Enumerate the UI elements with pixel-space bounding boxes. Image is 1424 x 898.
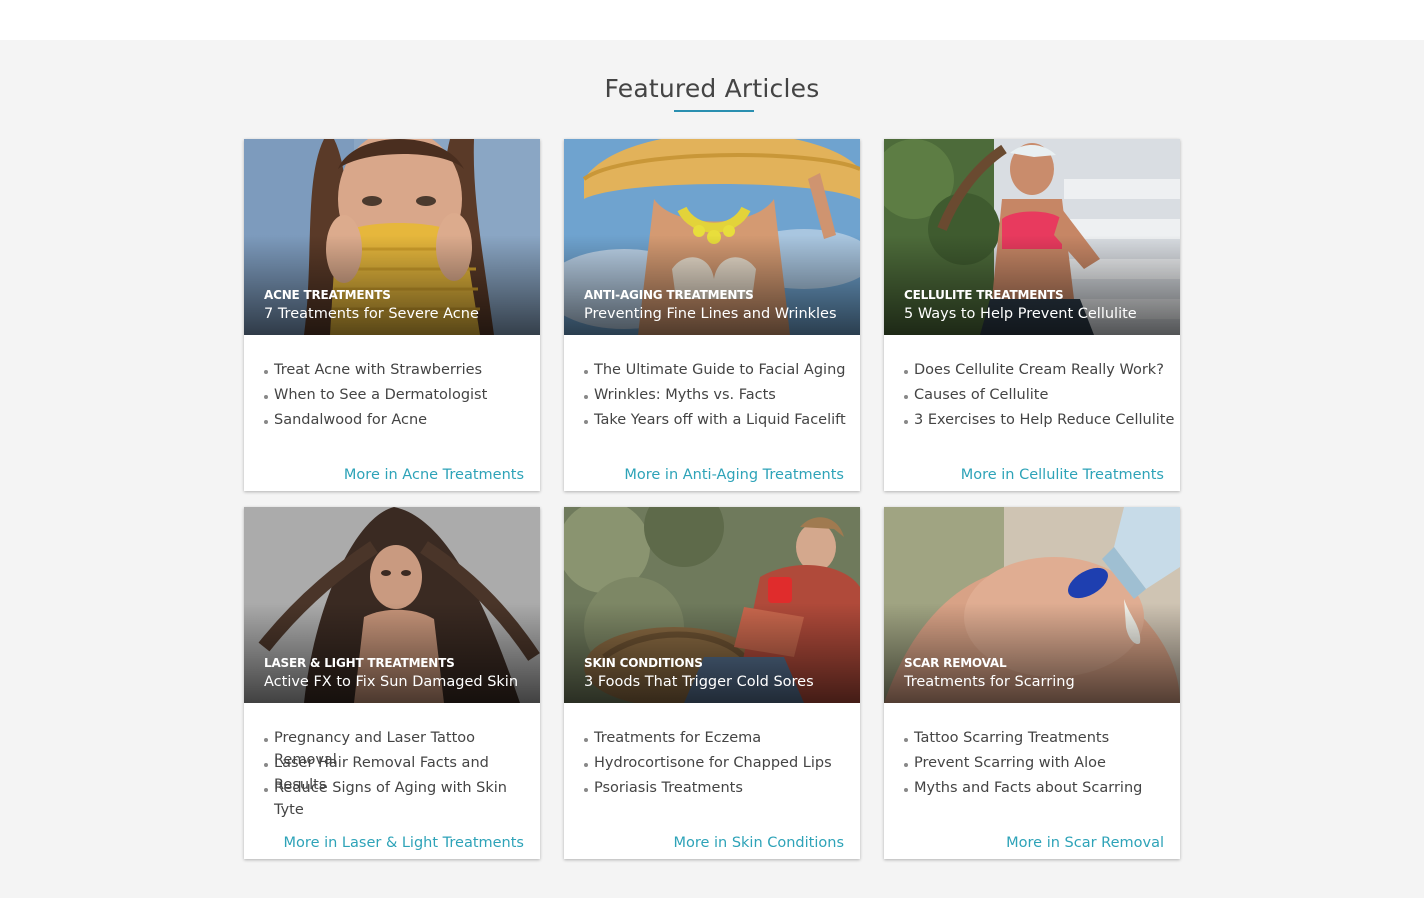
article-link[interactable]: Prevent Scarring with Aloe <box>904 752 1180 777</box>
article-link[interactable]: Hydrocortisone for Chapped Lips <box>584 752 860 777</box>
article-links: The Ultimate Guide to Facial Aging Wrink… <box>564 335 860 434</box>
article-card: SCAR REMOVAL Treatments for Scarring Tat… <box>884 507 1180 859</box>
article-link[interactable]: Tattoo Scarring Treatments <box>904 727 1180 752</box>
articles-grid: ACNE TREATMENTS 7 Treatments for Severe … <box>244 139 1180 859</box>
card-category[interactable]: SCAR REMOVAL <box>904 656 1007 670</box>
article-link[interactable]: Myths and Facts about Scarring <box>904 777 1180 802</box>
article-links: Tattoo Scarring Treatments Prevent Scarr… <box>884 703 1180 802</box>
article-link[interactable]: Reduce Signs of Aging with Skin Tyte <box>264 777 540 818</box>
article-links: Does Cellulite Cream Really Work? Causes… <box>884 335 1180 434</box>
article-card: ACNE TREATMENTS 7 Treatments for Severe … <box>244 139 540 491</box>
card-category[interactable]: LASER & LIGHT TREATMENTS <box>264 656 455 670</box>
card-hero[interactable]: CELLULITE TREATMENTS 5 Ways to Help Prev… <box>884 139 1180 335</box>
article-links: Pregnancy and Laser Tattoo Removal Laser… <box>244 703 540 818</box>
more-link[interactable]: More in Scar Removal <box>1006 835 1164 851</box>
card-title[interactable]: 5 Ways to Help Prevent Cellulite <box>904 306 1137 322</box>
card-title[interactable]: 7 Treatments for Severe Acne <box>264 306 479 322</box>
article-link[interactable]: Treatments for Eczema <box>584 727 860 752</box>
featured-articles-section: Featured Articles ACNE TREATMENTS 7 Trea… <box>0 40 1424 898</box>
card-hero[interactable]: SKIN CONDITIONS 3 Foods That Trigger Col… <box>564 507 860 703</box>
section-title: Featured Articles <box>604 74 820 103</box>
article-link[interactable]: Wrinkles: Myths vs. Facts <box>584 384 860 409</box>
more-link[interactable]: More in Skin Conditions <box>673 835 844 851</box>
card-category[interactable]: ANTI-AGING TREATMENTS <box>584 288 754 302</box>
card-hero[interactable]: ACNE TREATMENTS 7 Treatments for Severe … <box>244 139 540 335</box>
top-bar <box>0 0 1424 40</box>
article-link[interactable]: Take Years off with a Liquid Facelift <box>584 409 860 434</box>
article-card: ANTI-AGING TREATMENTS Preventing Fine Li… <box>564 139 860 491</box>
more-link[interactable]: More in Cellulite Treatments <box>961 467 1164 483</box>
card-title[interactable]: Preventing Fine Lines and Wrinkles <box>584 306 837 322</box>
card-category[interactable]: ACNE TREATMENTS <box>264 288 391 302</box>
article-card: CELLULITE TREATMENTS 5 Ways to Help Prev… <box>884 139 1180 491</box>
card-hero[interactable]: LASER & LIGHT TREATMENTS Active FX to Fi… <box>244 507 540 703</box>
article-card: SKIN CONDITIONS 3 Foods That Trigger Col… <box>564 507 860 859</box>
card-hero[interactable]: SCAR REMOVAL Treatments for Scarring <box>884 507 1180 703</box>
article-link[interactable]: Pregnancy and Laser Tattoo Removal <box>264 727 540 768</box>
title-underline <box>674 110 754 112</box>
card-title[interactable]: 3 Foods That Trigger Cold Sores <box>584 674 814 690</box>
card-category[interactable]: CELLULITE TREATMENTS <box>904 288 1064 302</box>
article-links: Treatments for Eczema Hydrocortisone for… <box>564 703 860 802</box>
article-link[interactable]: The Ultimate Guide to Facial Aging <box>584 359 860 384</box>
more-link[interactable]: More in Acne Treatments <box>344 467 524 483</box>
article-link[interactable]: When to See a Dermatologist <box>264 384 540 409</box>
card-hero[interactable]: ANTI-AGING TREATMENTS Preventing Fine Li… <box>564 139 860 335</box>
more-link[interactable]: More in Anti-Aging Treatments <box>624 467 844 483</box>
article-link[interactable]: Treat Acne with Strawberries <box>264 359 540 384</box>
card-category[interactable]: SKIN CONDITIONS <box>584 656 703 670</box>
article-card: LASER & LIGHT TREATMENTS Active FX to Fi… <box>244 507 540 859</box>
card-title[interactable]: Active FX to Fix Sun Damaged Skin <box>264 674 518 690</box>
article-link[interactable]: Psoriasis Treatments <box>584 777 860 802</box>
article-link[interactable]: Causes of Cellulite <box>904 384 1180 409</box>
article-link[interactable]: Laser Hair Removal Facts and Results <box>264 752 540 793</box>
card-title[interactable]: Treatments for Scarring <box>904 674 1075 690</box>
more-link[interactable]: More in Laser & Light Treatments <box>284 835 524 851</box>
article-link[interactable]: Does Cellulite Cream Really Work? <box>904 359 1180 384</box>
article-link[interactable]: Sandalwood for Acne <box>264 409 540 434</box>
article-link[interactable]: 3 Exercises to Help Reduce Cellulite <box>904 409 1180 434</box>
article-links: Treat Acne with Strawberries When to See… <box>244 335 540 434</box>
